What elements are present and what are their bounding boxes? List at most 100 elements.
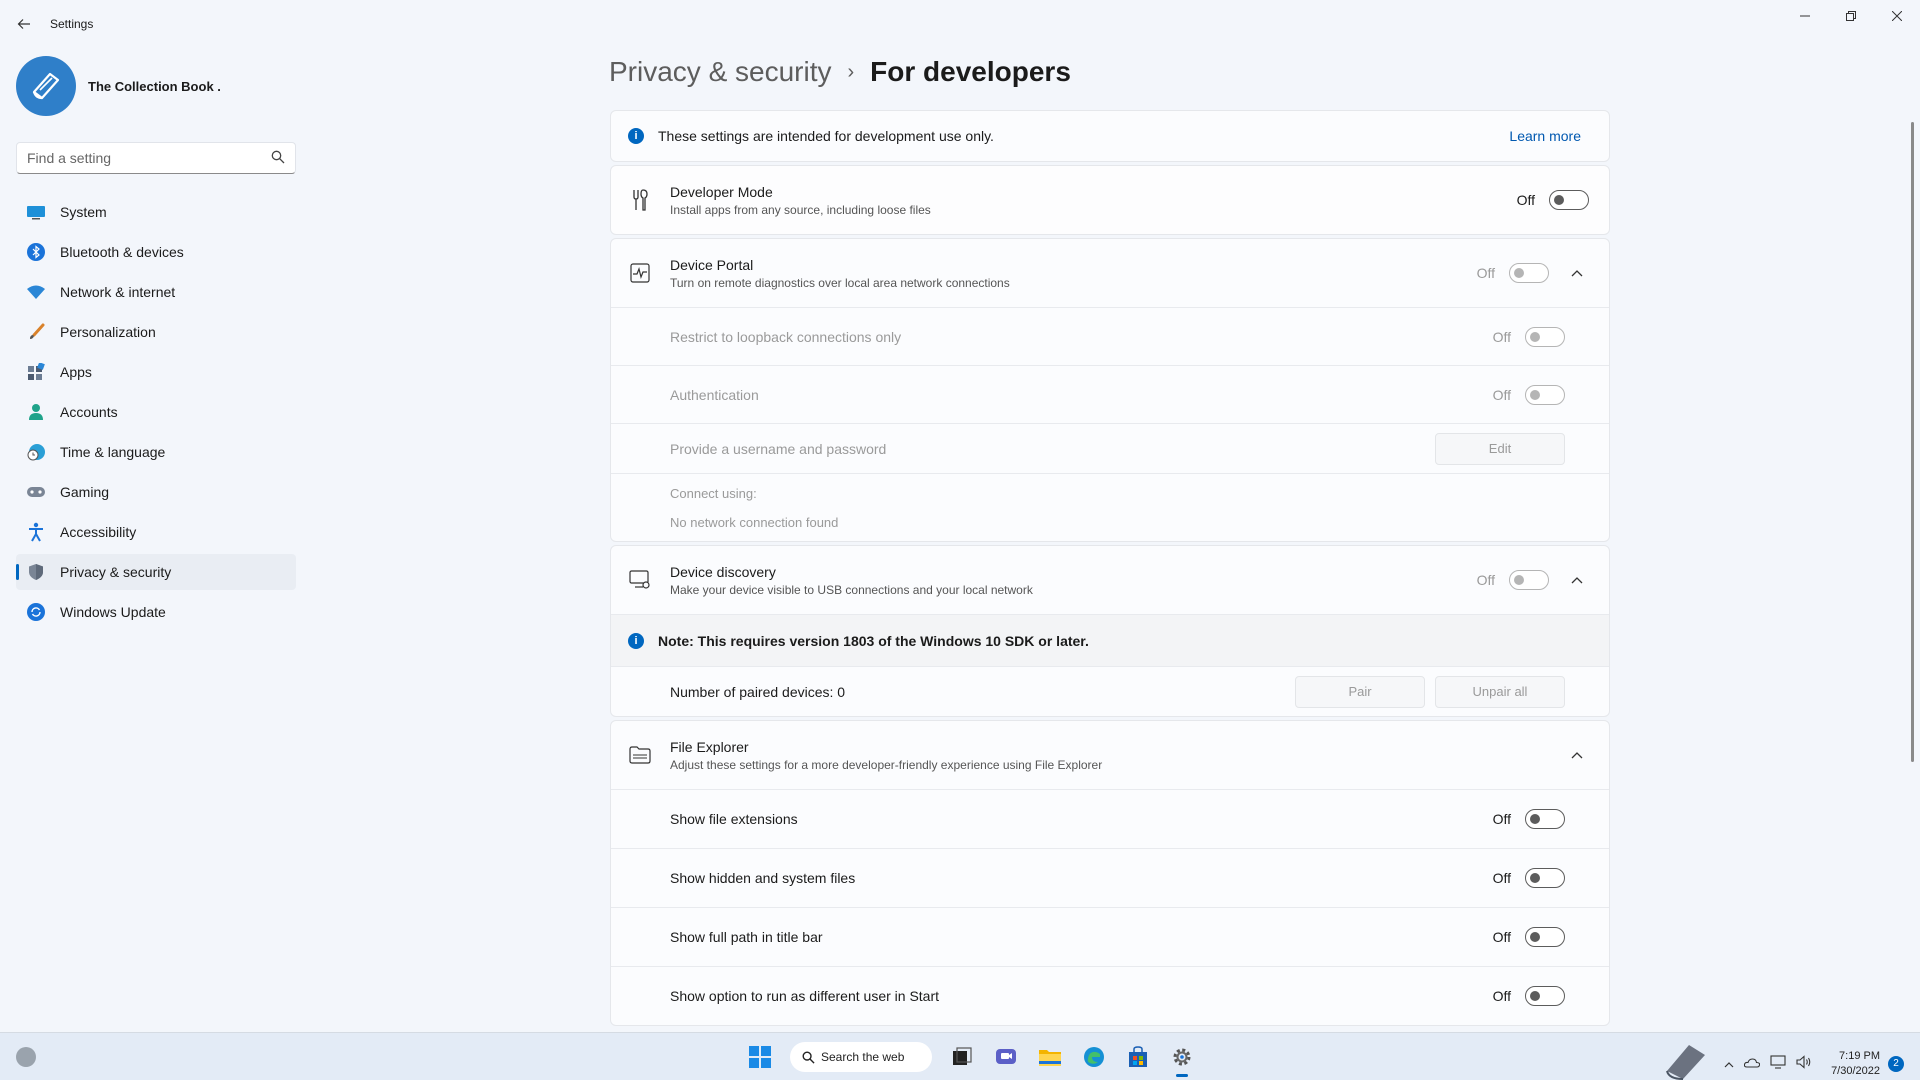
edge-browser-icon — [1084, 1047, 1104, 1067]
sidebar-item-label: Accessibility — [60, 524, 137, 540]
authentication-toggle[interactable] — [1525, 384, 1565, 405]
search-box[interactable] — [16, 142, 296, 174]
store-button[interactable] — [1120, 1039, 1156, 1075]
search-input[interactable] — [17, 143, 257, 173]
bluetooth-icon — [26, 242, 46, 262]
file-explorer-taskbar-button[interactable] — [1032, 1039, 1068, 1075]
sidebar-nav: System Bluetooth & devices Network & int… — [16, 194, 296, 634]
volume-icon[interactable] — [1796, 1055, 1812, 1072]
sidebar-item-personalization[interactable]: Personalization — [16, 314, 296, 350]
sidebar-item-label: Accounts — [60, 404, 118, 420]
device-discovery-icon — [628, 568, 652, 592]
edit-credentials-button[interactable]: Edit — [1435, 432, 1565, 465]
device-portal-header[interactable]: Device Portal Turn on remote diagnostics… — [611, 239, 1609, 307]
sidebar-item-label: Windows Update — [60, 604, 166, 620]
scrollbar[interactable] — [1911, 122, 1914, 762]
sidebar-item-windows-update[interactable]: Windows Update — [16, 594, 296, 630]
loopback-toggle[interactable] — [1525, 326, 1565, 347]
shield-icon — [26, 562, 46, 582]
onedrive-icon[interactable] — [1743, 1057, 1761, 1071]
settings-taskbar-button[interactable] — [1164, 1039, 1200, 1077]
back-arrow-icon — [17, 19, 30, 29]
loopback-row: Restrict to loopback connections only Of… — [611, 307, 1609, 365]
device-portal-toggle[interactable] — [1509, 263, 1549, 283]
developer-mode-card: Developer Mode Install apps from any sou… — [610, 165, 1610, 235]
minimize-button[interactable] — [1782, 0, 1828, 32]
show-hidden-files-toggle[interactable] — [1525, 868, 1565, 888]
sidebar-item-bluetooth[interactable]: Bluetooth & devices — [16, 234, 296, 270]
device-portal-subtitle: Turn on remote diagnostics over local ar… — [670, 275, 1010, 290]
toggle-state-label: Off — [1492, 811, 1511, 827]
file-explorer-card: File Explorer Adjust these settings for … — [610, 720, 1610, 1026]
store-icon — [1129, 1046, 1147, 1067]
back-button[interactable] — [10, 10, 38, 38]
file-explorer-header[interactable]: File Explorer Adjust these settings for … — [611, 721, 1609, 789]
notification-badge[interactable]: 2 — [1888, 1055, 1904, 1072]
authentication-row: Authentication Off — [611, 365, 1609, 423]
toggle-state-label: Off — [1492, 328, 1511, 345]
search-icon[interactable] — [271, 150, 285, 164]
taskbar-apps: Search the web — [738, 1039, 1204, 1077]
chevron-up-icon[interactable] — [1565, 576, 1589, 584]
connect-using-row: Connect using: No network connection fou… — [611, 473, 1609, 541]
settings-content: i These settings are intended for develo… — [610, 110, 1610, 1026]
sidebar-item-time-language[interactable]: Time & language — [16, 434, 296, 470]
developer-mode-toggle[interactable] — [1549, 190, 1589, 210]
toggle-state-label: Off — [1476, 265, 1495, 281]
sidebar-item-label: Personalization — [60, 324, 156, 340]
edge-button[interactable] — [1076, 1039, 1112, 1075]
chat-button[interactable] — [988, 1039, 1024, 1075]
sidebar-item-network[interactable]: Network & internet — [16, 274, 296, 310]
chevron-up-icon[interactable] — [1724, 1057, 1734, 1071]
sdk-note-row: i Note: This requires version 1803 of th… — [611, 614, 1609, 666]
option-title: Show full path in title bar — [670, 929, 823, 945]
network-icon[interactable] — [1770, 1055, 1786, 1072]
start-button[interactable] — [742, 1039, 778, 1075]
wifi-icon — [26, 282, 46, 302]
show-file-extensions-toggle[interactable] — [1525, 809, 1565, 829]
sidebar-item-label: Apps — [60, 364, 92, 380]
sdk-note-text: Note: This requires version 1803 of the … — [658, 632, 1089, 649]
paired-devices-row: Number of paired devices: 0 Pair Unpair … — [611, 666, 1609, 716]
clock-time: 7:19 PM — [1839, 1049, 1880, 1062]
task-view-button[interactable] — [944, 1039, 980, 1075]
pulse-icon — [628, 261, 652, 285]
show-full-path-toggle[interactable] — [1525, 927, 1565, 947]
learn-more-link[interactable]: Learn more — [1509, 128, 1581, 144]
sidebar-item-label: Time & language — [60, 444, 166, 460]
credentials-row: Provide a username and password Edit — [611, 423, 1609, 473]
option-title: Show hidden and system files — [670, 870, 856, 886]
close-window-button[interactable] — [1874, 0, 1920, 32]
sidebar-item-apps[interactable]: Apps — [16, 354, 296, 390]
taskbar-book-icon — [1663, 1041, 1709, 1080]
taskbar-search[interactable]: Search the web — [790, 1042, 932, 1072]
clock[interactable]: 7:19 PM 7/30/2022 — [1831, 1049, 1880, 1079]
unpair-all-button[interactable]: Unpair all — [1435, 675, 1565, 708]
user-profile[interactable]: The Collection Book . — [16, 56, 221, 116]
accessibility-icon — [26, 522, 46, 542]
sidebar-item-accounts[interactable]: Accounts — [16, 394, 296, 430]
toggle-state-label: Off — [1492, 988, 1511, 1004]
device-discovery-toggle[interactable] — [1509, 570, 1549, 590]
chevron-up-icon[interactable] — [1565, 269, 1589, 277]
run-as-different-user-toggle[interactable] — [1525, 986, 1565, 1006]
breadcrumb-parent[interactable]: Privacy & security — [609, 56, 832, 88]
restore-button[interactable] — [1828, 0, 1874, 32]
chevron-up-icon[interactable] — [1565, 751, 1589, 759]
weather-icon[interactable] — [16, 1047, 36, 1067]
sidebar-item-privacy-security[interactable]: Privacy & security — [16, 554, 296, 590]
taskbar: Search the web 7:19 PM 7/30/2022 2 — [0, 1032, 1920, 1080]
connect-using-value: No network connection found — [670, 515, 839, 530]
toggle-state-label: Off — [1492, 386, 1511, 403]
device-discovery-header[interactable]: Device discovery Make your device visibl… — [611, 546, 1609, 614]
clock-date: 7/30/2022 — [1831, 1064, 1880, 1077]
developer-mode-title: Developer Mode — [670, 183, 773, 200]
search-icon — [802, 1051, 815, 1064]
pair-button[interactable]: Pair — [1295, 675, 1425, 708]
sidebar-item-accessibility[interactable]: Accessibility — [16, 514, 296, 550]
option-title: Show file extensions — [670, 811, 798, 827]
sidebar-item-gaming[interactable]: Gaming — [16, 474, 296, 510]
sidebar-item-system[interactable]: System — [16, 194, 296, 230]
taskbar-search-label: Search the web — [821, 1050, 905, 1064]
paired-devices-count: Number of paired devices: 0 — [670, 683, 846, 700]
